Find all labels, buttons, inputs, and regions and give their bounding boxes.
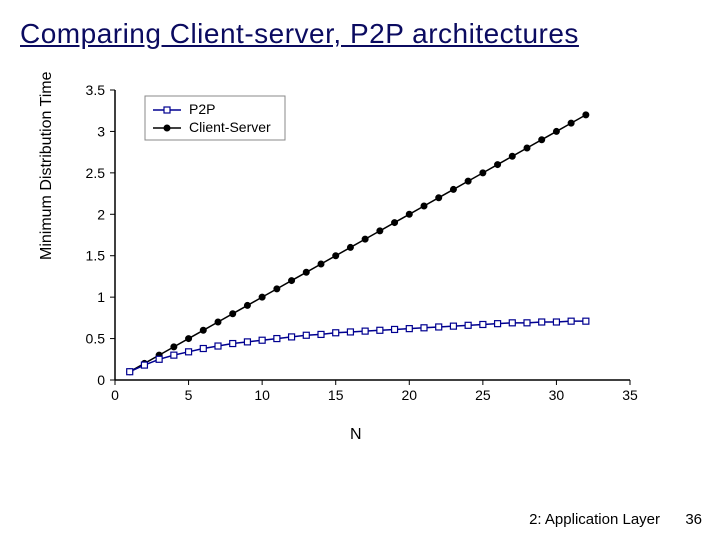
slide-title: Comparing Client-server, P2P architectur… bbox=[20, 18, 579, 50]
y-axis-label: Minimum Distribution Time bbox=[38, 72, 56, 260]
svg-text:1: 1 bbox=[97, 289, 105, 305]
svg-text:2: 2 bbox=[97, 206, 105, 222]
svg-text:10: 10 bbox=[254, 387, 270, 403]
chart-area: 0 5 10 15 20 25 30 35 0 0.5 1 1.5 2 2.5 3 3.5 P2P Client-… bbox=[60, 80, 640, 460]
svg-text:0: 0 bbox=[111, 387, 119, 403]
svg-text:25: 25 bbox=[475, 387, 491, 403]
svg-text:2.5: 2.5 bbox=[86, 165, 106, 181]
svg-text:1.5: 1.5 bbox=[86, 248, 106, 264]
chart-svg: 0 5 10 15 20 25 30 35 0 0.5 1 1.5 2 2.5 3 3.5 P2P Client-… bbox=[60, 80, 640, 420]
svg-text:15: 15 bbox=[328, 387, 344, 403]
slide-root: Comparing Client-server, P2P architectur… bbox=[0, 0, 720, 540]
svg-text:3.5: 3.5 bbox=[86, 82, 106, 98]
footer-section: 2: Application Layer bbox=[529, 511, 660, 528]
svg-text:30: 30 bbox=[549, 387, 565, 403]
legend-p2p: P2P bbox=[189, 101, 215, 117]
svg-text:20: 20 bbox=[401, 387, 417, 403]
footer-page: 36 bbox=[685, 511, 702, 528]
svg-text:3: 3 bbox=[97, 123, 105, 139]
svg-text:0: 0 bbox=[97, 372, 105, 388]
svg-text:0.5: 0.5 bbox=[86, 331, 106, 347]
legend-cs: Client-Server bbox=[189, 119, 271, 135]
svg-text:5: 5 bbox=[185, 387, 193, 403]
svg-text:35: 35 bbox=[622, 387, 638, 403]
